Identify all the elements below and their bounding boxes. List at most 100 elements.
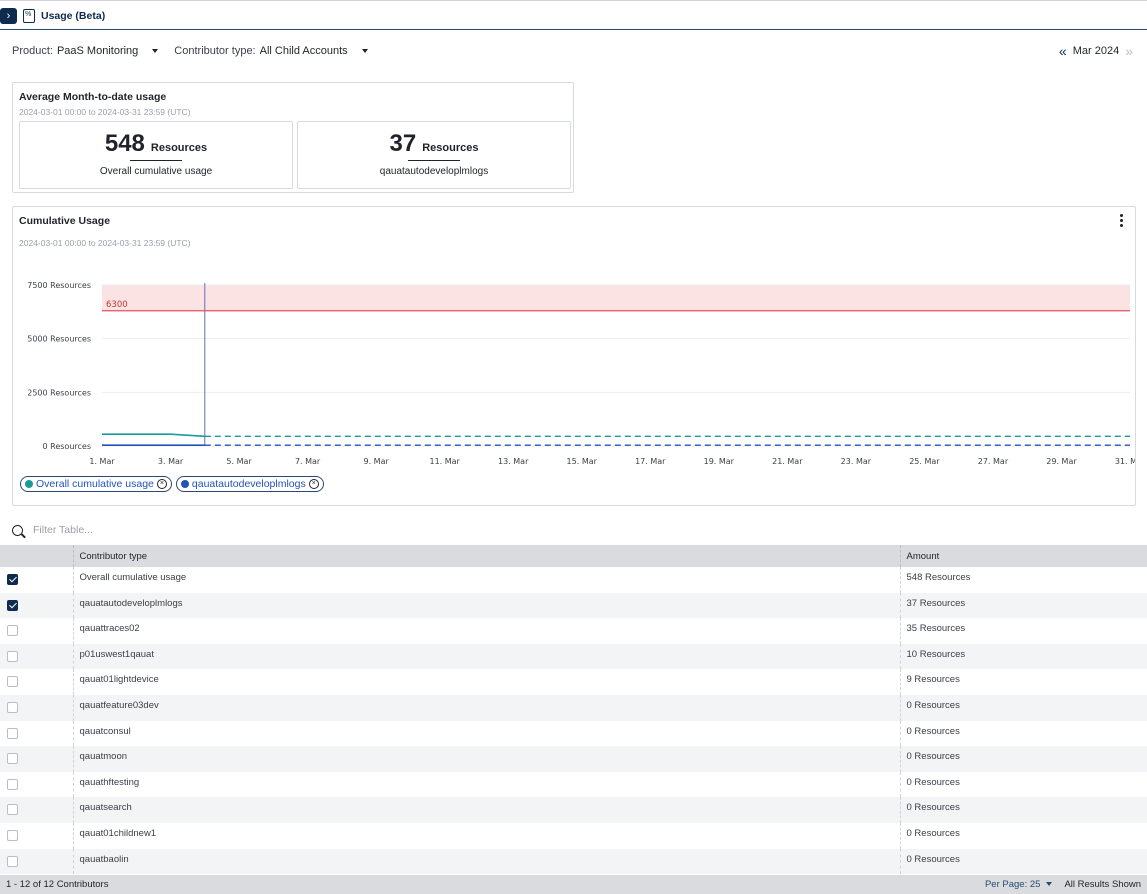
search-icon bbox=[12, 524, 23, 536]
expand-sidebar-button[interactable]: › bbox=[0, 8, 17, 24]
table-row[interactable]: p01uswest1qauat 10 Resources bbox=[0, 643, 1147, 670]
row-checkbox[interactable] bbox=[7, 625, 18, 637]
row-checkbox[interactable] bbox=[7, 778, 18, 790]
row-checkbox[interactable] bbox=[7, 829, 18, 841]
column-header-amount[interactable]: Amount bbox=[900, 545, 1147, 567]
contributor-cell: qauatconsul bbox=[73, 720, 901, 747]
series-line-0 bbox=[102, 433, 205, 438]
contributor-cell: qauatmoon bbox=[73, 746, 901, 772]
summary-card: Average Month-to-date usage 2024-03-01 0… bbox=[12, 82, 574, 193]
row-checkbox[interactable] bbox=[7, 753, 18, 765]
row-checkbox[interactable] bbox=[7, 855, 18, 867]
contributor-cell: qauat01childnew1 bbox=[73, 822, 901, 849]
contributor-value: All Child Accounts bbox=[259, 45, 348, 57]
kpi-label: Overall cumulative usage bbox=[99, 166, 213, 177]
chevron-down-icon bbox=[152, 49, 159, 54]
contributor-cell: Overall cumulative usage bbox=[73, 567, 901, 593]
next-month-icon[interactable]: » bbox=[1125, 44, 1133, 58]
table-row[interactable]: qauattraces02 35 Resources bbox=[0, 618, 1147, 644]
row-select-cell bbox=[0, 618, 74, 644]
y-tick-label: 0 Resources bbox=[43, 442, 92, 451]
contributor-dropdown[interactable]: All Child Accounts bbox=[260, 45, 380, 57]
row-checkbox[interactable] bbox=[7, 804, 18, 816]
contributor-label: Contributor type: bbox=[174, 45, 256, 57]
x-tick-label: 3. Mar bbox=[158, 457, 184, 466]
row-select-cell bbox=[0, 694, 74, 721]
row-checkbox[interactable] bbox=[7, 676, 18, 688]
row-checkbox[interactable] bbox=[7, 599, 18, 611]
table-row[interactable]: qauatautodeveloplmlogs 37 Resources bbox=[0, 592, 1147, 619]
usage-icon bbox=[23, 9, 35, 23]
table-row[interactable]: Overall cumulative usage 548 Resources bbox=[0, 567, 1147, 593]
x-tick-label: 19. Mar bbox=[704, 457, 735, 466]
kpi-value: 37 bbox=[389, 130, 417, 157]
amount-cell: 35 Resources bbox=[906, 623, 966, 635]
table-row[interactable]: qauatmoon 0 Resources bbox=[0, 746, 1147, 772]
legend-chip-overall[interactable]: Overall cumulative usage × bbox=[20, 476, 172, 492]
table-footer: 1 - 12 of 12 Contributors Per Page: 25 A… bbox=[0, 875, 1147, 894]
x-tick-label: 5. Mar bbox=[226, 457, 252, 466]
kpi-unit: Resources bbox=[150, 142, 208, 154]
legend-label: qauatautodeveloplmlogs bbox=[191, 478, 306, 490]
row-select-cell bbox=[0, 746, 74, 772]
x-tick-label: 11. Mar bbox=[429, 457, 460, 466]
row-select-cell bbox=[0, 720, 74, 747]
column-header-contributor[interactable]: Contributor type bbox=[73, 545, 901, 567]
contributor-cell: qauatbaolin bbox=[73, 848, 901, 875]
filter-bar: Product: PaaS Monitoring Contributor typ… bbox=[12, 45, 380, 57]
x-tick-label: 25. Mar bbox=[909, 457, 940, 466]
contributors-table: Contributor type Amount Overall cumulati… bbox=[0, 545, 1147, 875]
per-page-label: Per Page: 25 bbox=[984, 879, 1041, 890]
table-row[interactable]: qauat01lightdevice 9 Resources bbox=[0, 669, 1147, 695]
contributor-cell: qauatautodeveloplmlogs bbox=[73, 592, 901, 619]
table-filter bbox=[12, 524, 333, 536]
table-row[interactable]: qauatconsul 0 Resources bbox=[0, 720, 1147, 747]
kpi-label: qauatautodeveloplmlogs bbox=[379, 166, 489, 177]
legend-chip-account[interactable]: qauatautodeveloplmlogs × bbox=[175, 476, 324, 492]
amount-cell: 0 Resources bbox=[906, 776, 960, 788]
amount-cell: 37 Resources bbox=[906, 597, 966, 609]
x-tick-label: 7. Mar bbox=[295, 457, 321, 466]
row-checkbox[interactable] bbox=[7, 701, 18, 713]
x-tick-label: 31. Mar bbox=[1115, 457, 1135, 466]
contributor-cell: qauattraces02 bbox=[73, 618, 901, 644]
month-navigator: « Mar 2024 » bbox=[1059, 44, 1133, 58]
row-select-cell bbox=[0, 567, 74, 593]
cumulative-card: Cumulative Usage 2024-03-01 00:00 to 202… bbox=[12, 206, 1136, 506]
kpi-overall: 548 Resources Overall cumulative usage bbox=[19, 121, 293, 189]
summary-range: 2024-03-01 00:00 to 2024-03-31 23:59 (UT… bbox=[19, 107, 191, 117]
table-row[interactable]: qauatfeature03dev 0 Resources bbox=[0, 694, 1147, 721]
filter-table-input[interactable] bbox=[33, 524, 333, 536]
cumulative-chart: 0 Resources 2500 Resources 5000 Resources 7… bbox=[27, 281, 1135, 466]
row-checkbox[interactable] bbox=[7, 650, 18, 662]
amount-cell: 9 Resources bbox=[906, 674, 960, 686]
product-dropdown[interactable]: PaaS Monitoring bbox=[57, 45, 170, 57]
product-label: Product: bbox=[12, 45, 53, 57]
x-tick-label: 27. Mar bbox=[978, 457, 1009, 466]
x-tick-label: 9. Mar bbox=[363, 457, 389, 466]
x-tick-label: 23. Mar bbox=[841, 457, 872, 466]
per-page-dropdown[interactable]: Per Page: 25 bbox=[985, 879, 1056, 890]
amount-cell: 0 Resources bbox=[906, 725, 960, 737]
row-checkbox[interactable] bbox=[7, 727, 18, 739]
results-shown: All Results Shown bbox=[1064, 879, 1141, 890]
page-title: Usage (Beta) bbox=[41, 10, 106, 22]
x-tick-label: 17. Mar bbox=[635, 457, 666, 466]
row-select-cell bbox=[0, 848, 74, 875]
kpi-account: 37 Resources qauatautodeveloplmlogs bbox=[297, 121, 571, 189]
y-tick-label: 5000 Resources bbox=[27, 335, 91, 344]
previous-month-icon[interactable]: « bbox=[1059, 44, 1067, 58]
x-tick-label: 13. Mar bbox=[498, 457, 529, 466]
remove-icon[interactable]: × bbox=[156, 479, 167, 489]
series-dot-icon bbox=[25, 480, 33, 488]
row-select-cell bbox=[0, 643, 74, 670]
amount-cell: 0 Resources bbox=[906, 751, 960, 763]
row-checkbox[interactable] bbox=[7, 574, 18, 585]
table-row[interactable]: qauat01childnew1 0 Resources bbox=[0, 822, 1147, 849]
table-row[interactable]: qauathftesting 0 Resources bbox=[0, 771, 1147, 798]
table-row[interactable]: qauatbaolin 0 Resources bbox=[0, 848, 1147, 875]
remove-icon[interactable]: × bbox=[308, 479, 319, 489]
table-row[interactable]: qauatsearch 0 Resources bbox=[0, 797, 1147, 823]
y-tick-label: 2500 Resources bbox=[27, 388, 91, 397]
chevron-down-icon bbox=[361, 49, 368, 54]
